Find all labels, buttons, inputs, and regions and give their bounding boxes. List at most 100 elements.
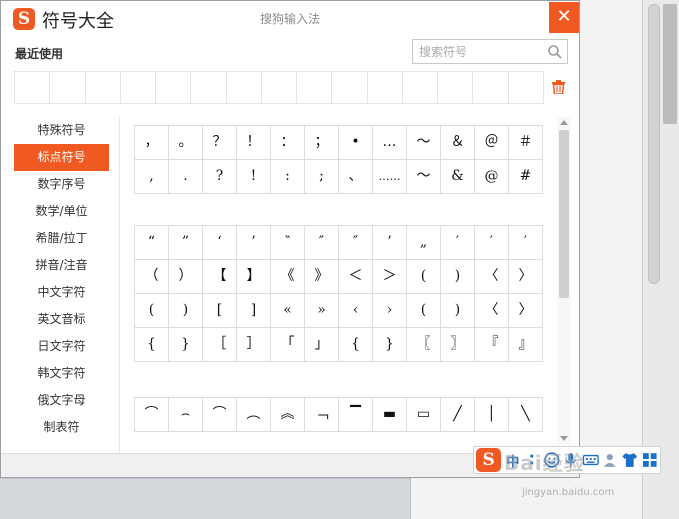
sidebar-item[interactable]: 俄文字母 [14,387,109,414]
symbol-cell[interactable]: … [373,126,407,160]
symbol-cell[interactable]: 〉 [509,260,543,294]
symbol-cell[interactable]: ‘ [203,226,237,260]
symbol-cell[interactable]: ╲ [509,398,543,432]
search-icon[interactable] [547,44,563,60]
recent-symbol-slot[interactable] [156,72,192,103]
symbol-cell[interactable]: （ [135,260,169,294]
scroll-thumb[interactable] [559,130,569,298]
symbol-cell[interactable]: ； [305,126,339,160]
symbol-cell[interactable]: ］ [237,328,271,362]
symbol-cell[interactable]: ′ [475,226,509,260]
trash-icon[interactable] [552,80,565,94]
symbol-cell[interactable]: • [339,126,373,160]
symbol-cell[interactable]: ; [305,160,339,194]
symbol-cell[interactable]: . [169,160,203,194]
symbol-cell[interactable]: „ [407,226,441,260]
close-button[interactable]: ✕ [549,2,579,33]
symbol-cell[interactable]: ﹁ [305,398,339,432]
symbol-cell[interactable]: 〈 [475,260,509,294]
symbol-cell[interactable]: ＃ [509,126,543,160]
symbol-cell[interactable]: › [373,294,407,328]
symbol-cell[interactable]: : [271,160,305,194]
search-box[interactable] [412,39,568,64]
symbol-cell[interactable]: ⌒ [135,398,169,432]
scroll-down-icon[interactable] [560,436,568,441]
skin-shirt-icon[interactable] [621,451,639,469]
symbol-cell[interactable]: ！ [237,126,271,160]
symbol-cell[interactable]: ) [441,260,475,294]
sidebar-item[interactable]: 日文字符 [14,333,109,360]
symbol-cell[interactable]: ′ [509,226,543,260]
symbol-cell[interactable]: ] [237,294,271,328]
recent-symbol-slot[interactable] [473,72,509,103]
symbol-cell[interactable]: # [509,160,543,194]
sidebar-item[interactable]: 中文字符 [14,279,109,306]
symbol-cell[interactable]: ＜ [339,260,373,294]
symbol-cell[interactable]: ( [407,294,441,328]
recent-symbol-slot[interactable] [368,72,403,103]
symbol-cell[interactable]: │ [475,398,509,432]
search-input[interactable] [419,43,544,61]
symbol-cell[interactable]: ▬ [373,398,407,432]
symbol-cell[interactable]: 『 [475,328,509,362]
symbol-cell[interactable]: 。 [169,126,203,160]
symbol-cell[interactable]: @ [475,160,509,194]
recent-symbol-slot[interactable] [438,72,474,103]
sidebar-item[interactable]: 韩文字符 [14,360,109,387]
symbol-cell[interactable]: , [135,160,169,194]
symbol-cell[interactable]: ’ [373,226,407,260]
symbol-cell[interactable]: } [373,328,407,362]
symbol-cell[interactable]: 〗 [441,328,475,362]
symbol-cell[interactable]: 』 [509,328,543,362]
ime-logo-icon[interactable]: S [476,448,502,472]
symbol-cell[interactable]: 》 [305,260,339,294]
symbol-cell[interactable]: ︵ [237,398,271,432]
symbol-cell[interactable]: ( [135,294,169,328]
toolbox-grid-icon[interactable] [641,451,659,469]
background-scroll-thumb[interactable] [648,4,660,284]
symbol-cell[interactable]: } [169,328,203,362]
recent-symbol-slot[interactable] [262,72,298,103]
symbol-cell[interactable]: ( [407,260,441,294]
recent-symbol-slot[interactable] [15,72,51,103]
symbol-cell[interactable]: ︽ [271,398,305,432]
recent-symbol-slot[interactable] [50,72,86,103]
recent-symbol-slot[interactable] [509,72,543,103]
symbol-cell[interactable]: ⌒ [203,398,237,432]
symbol-cell[interactable]: ＞ [373,260,407,294]
sidebar-item[interactable]: 特殊符号 [14,117,109,144]
recent-symbol-slot[interactable] [191,72,227,103]
recent-symbol-slot[interactable] [227,72,262,103]
recent-symbol-slot[interactable] [403,72,439,103]
user-icon[interactable] [601,451,619,469]
symbol-cell[interactable]: ! [237,160,271,194]
symbol-cell[interactable]: ， [135,126,169,160]
symbol-cell[interactable]: ： [271,126,305,160]
symbol-cell[interactable]: ▔ [339,398,373,432]
symbol-cell[interactable]: 〜 [407,160,441,194]
symbol-cell[interactable]: 、 [339,160,373,194]
symbol-cell[interactable]: ［ [203,328,237,362]
symbol-cell[interactable]: ‶ [271,226,305,260]
sidebar-item[interactable]: 数字序号 [14,171,109,198]
symbol-cell[interactable]: » [305,294,339,328]
symbol-cell[interactable]: 」 [305,328,339,362]
symbol-cell[interactable]: 【 [203,260,237,294]
symbol-cell[interactable]: ⌢ [169,398,203,432]
symbol-cell[interactable]: 〉 [509,294,543,328]
symbol-cell[interactable]: { [135,328,169,362]
symbol-cell[interactable]: ” [169,226,203,260]
sidebar-item[interactable]: 标点符号 [14,144,109,171]
symbol-cell[interactable]: ▭ [407,398,441,432]
sidebar-item[interactable]: 希腊/拉丁 [14,225,109,252]
symbol-cell[interactable]: & [441,160,475,194]
symbol-cell[interactable]: 「 [271,328,305,362]
symbol-cell[interactable]: ? [203,160,237,194]
symbol-cell[interactable]: ) [169,294,203,328]
symbol-cell[interactable]: “ [135,226,169,260]
symbol-cell[interactable]: « [271,294,305,328]
recent-symbol-slot[interactable] [297,72,333,103]
symbol-cell[interactable]: 】 [237,260,271,294]
symbol-cell[interactable]: ″ [339,226,373,260]
symbol-cell[interactable]: ？ [203,126,237,160]
